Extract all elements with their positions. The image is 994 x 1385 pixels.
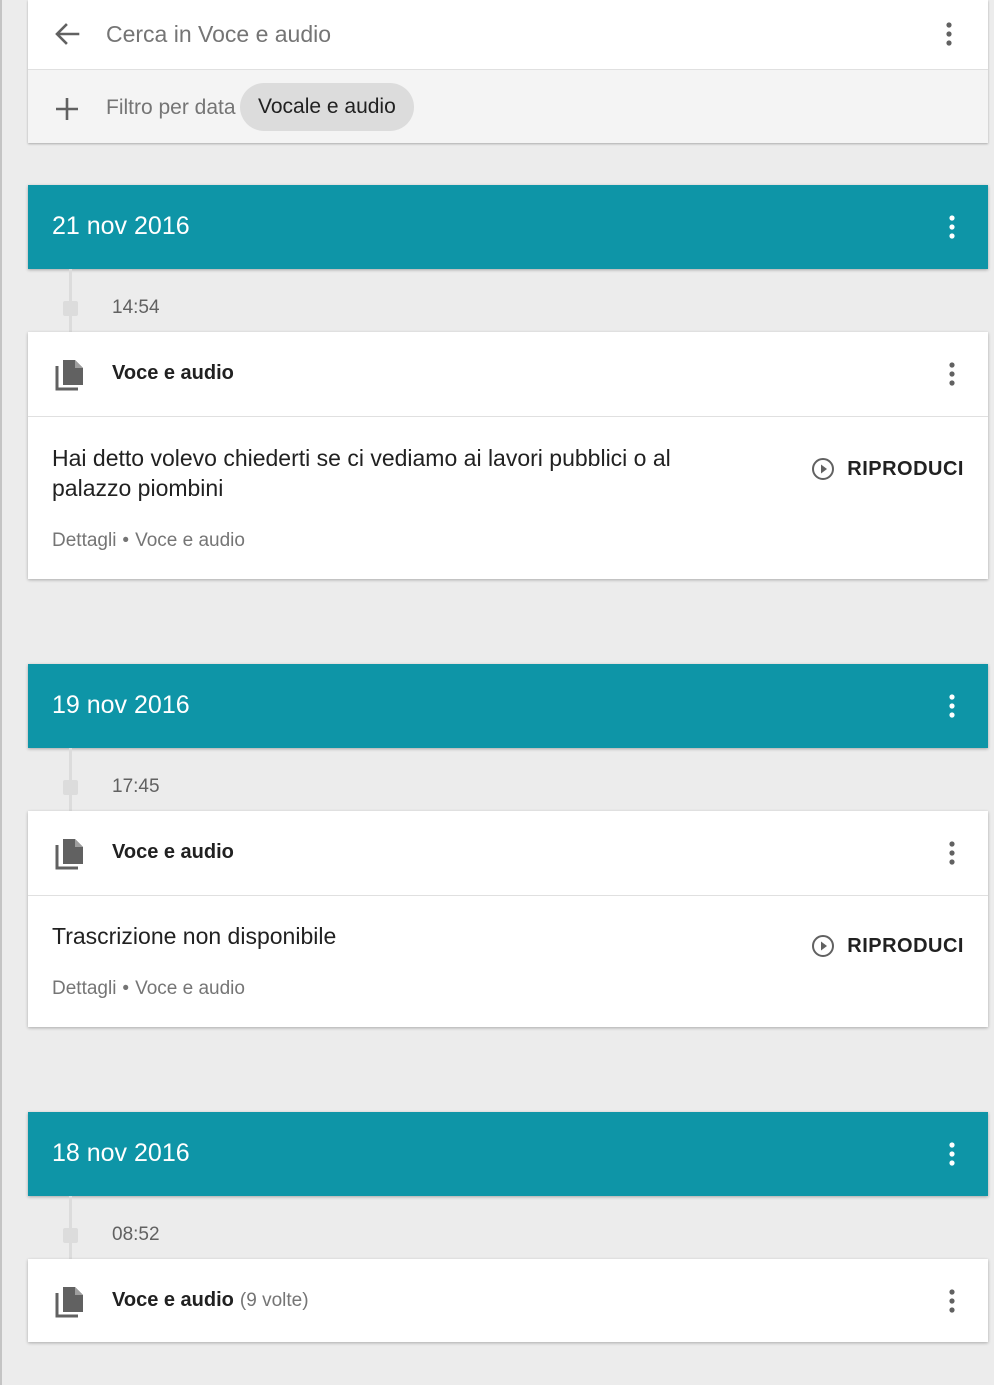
activity-card: Voce e audio Trascrizione non disponibil…	[28, 811, 988, 1027]
more-vert-icon[interactable]	[932, 1281, 972, 1321]
timeline-dot	[63, 1228, 78, 1243]
time-label: 08:52	[112, 1224, 160, 1245]
left-edge-rule	[0, 0, 2, 1385]
more-vert-icon[interactable]	[929, 14, 969, 54]
more-vert-icon[interactable]	[932, 354, 972, 394]
date-header: 19 nov 2016	[28, 664, 988, 748]
play-label: RIPRODUCI	[847, 934, 964, 957]
card-title-text: Voce e audio	[112, 1289, 234, 1311]
details-link[interactable]: Dettagli	[52, 530, 116, 551]
back-arrow-icon[interactable]	[50, 18, 84, 50]
filter-chip[interactable]: Vocale e audio	[240, 83, 414, 131]
card-title: Voce e audio	[112, 362, 234, 384]
play-button[interactable]: RIPRODUCI	[811, 930, 964, 962]
details-link[interactable]: Dettagli	[52, 978, 116, 999]
card-header: Voce e audio (9 volte)	[28, 1259, 988, 1343]
more-vert-icon[interactable]	[932, 833, 972, 873]
search-bar	[28, 0, 988, 70]
date-header: 21 nov 2016	[28, 185, 988, 269]
more-vert-icon[interactable]	[932, 207, 972, 247]
separator-dot: •	[122, 978, 130, 999]
count-label: (9 volte)	[239, 1290, 309, 1311]
play-circle-icon	[812, 458, 835, 480]
timeline-dot	[63, 301, 78, 316]
date-label: 18 nov 2016	[52, 1139, 190, 1167]
time-label: 17:45	[112, 776, 160, 797]
more-vert-icon[interactable]	[932, 686, 972, 726]
source-label: Voce e audio	[135, 530, 245, 551]
date-label: 19 nov 2016	[52, 691, 190, 719]
search-input[interactable]	[106, 18, 866, 50]
filter-row: Filtro per data Vocale e audio	[28, 70, 988, 143]
play-circle-icon	[812, 935, 835, 957]
timeline-dot	[63, 780, 78, 795]
activity-card[interactable]: Voce e audio (9 volte)	[28, 1259, 988, 1342]
document-copy-icon	[54, 837, 86, 871]
add-icon[interactable]	[52, 94, 82, 124]
more-vert-icon[interactable]	[932, 1134, 972, 1174]
date-label: 21 nov 2016	[52, 212, 190, 240]
details-line: Dettagli • Voce e audio	[52, 978, 245, 1000]
document-copy-icon	[54, 358, 86, 392]
activity-card: Voce e audio Hai detto volevo chiederti …	[28, 332, 988, 579]
separator-dot: •	[122, 530, 130, 551]
time-label: 14:54	[112, 297, 160, 318]
card-title: Voce e audio	[112, 841, 234, 863]
card-title: Voce e audio (9 volte)	[112, 1289, 309, 1312]
date-header: 18 nov 2016	[28, 1112, 988, 1196]
transcript-text: Hai detto volevo chiederti se ci vediamo…	[52, 445, 671, 501]
transcript-text: Trascrizione non disponibile	[52, 923, 337, 949]
details-line: Dettagli • Voce e audio	[52, 530, 245, 552]
play-button[interactable]: RIPRODUCI	[811, 453, 964, 485]
date-filter-label[interactable]: Filtro per data	[106, 96, 236, 120]
source-label: Voce e audio	[135, 978, 245, 999]
card-header: Voce e audio	[28, 332, 988, 417]
document-copy-icon	[54, 1285, 86, 1319]
card-header: Voce e audio	[28, 811, 988, 896]
play-label: RIPRODUCI	[847, 457, 964, 480]
search-header: Filtro per data Vocale e audio	[28, 0, 988, 143]
